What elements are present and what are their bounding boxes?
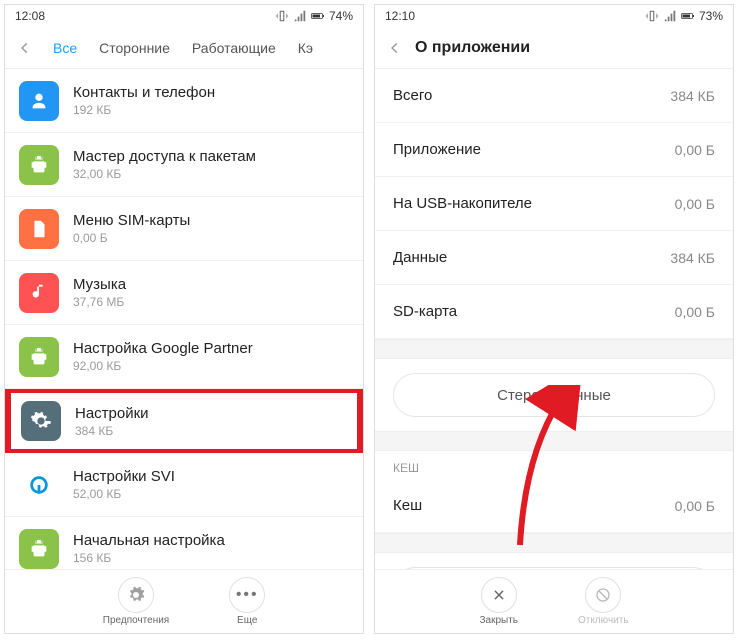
storage-row: Данные 384 КБ: [375, 231, 733, 285]
signal-icon: [663, 9, 677, 23]
gear-icon: [127, 586, 145, 604]
status-time: 12:10: [385, 9, 415, 23]
chevron-left-icon: [18, 41, 32, 55]
back-button[interactable]: [381, 41, 409, 55]
cache-label: Кеш: [393, 497, 422, 514]
app-row[interactable]: Контакты и телефон 192 КБ: [5, 69, 363, 133]
storage-row: Приложение 0,00 Б: [375, 123, 733, 177]
storage-value: 0,00 Б: [675, 196, 715, 212]
app-row[interactable]: Меню SIM-карты 0,00 Б: [5, 197, 363, 261]
detail-list: Всего384 КБПриложение0,00 БНа USB-накопи…: [375, 69, 733, 633]
chevron-left-icon: [388, 41, 402, 55]
vibrate-icon: [645, 9, 659, 23]
vibrate-icon: [275, 9, 289, 23]
storage-row: SD-карта 0,00 Б: [375, 285, 733, 339]
section-gap: [375, 533, 733, 553]
bottom-bar: Закрыть Отключить: [375, 569, 733, 633]
battery-icon: [681, 9, 695, 23]
storage-value: 0,00 Б: [675, 304, 715, 320]
tab-third-party[interactable]: Сторонние: [91, 40, 178, 56]
app-title: Настройки: [75, 405, 149, 422]
section-gap: [375, 431, 733, 451]
close-label: Закрыть: [479, 615, 518, 626]
contact-icon: [19, 81, 59, 121]
more-button[interactable]: ••• Еще: [229, 577, 265, 626]
app-size: 192 КБ: [73, 103, 215, 117]
storage-label: Данные: [393, 249, 447, 266]
app-row[interactable]: Настройки SVI 52,00 КБ: [5, 453, 363, 517]
close-button[interactable]: Закрыть: [479, 577, 518, 626]
status-bar: 12:10 73%: [375, 5, 733, 27]
app-size: 32,00 КБ: [73, 167, 256, 181]
app-title: Начальная настройка: [73, 532, 225, 549]
android-icon: [19, 337, 59, 377]
close-icon: [492, 588, 506, 602]
page-title: О приложении: [415, 39, 530, 57]
app-row[interactable]: Настройки 384 КБ: [5, 389, 363, 453]
header: О приложении: [375, 27, 733, 69]
disable-button[interactable]: Отключить: [578, 577, 629, 626]
status-time: 12:08: [15, 9, 45, 23]
app-title: Мастер доступа к пакетам: [73, 148, 256, 165]
phone-right: 12:10 73% О приложении Всего 384 КБ Прилож…: [374, 4, 734, 634]
android-icon: [19, 145, 59, 185]
app-size: 37,76 МБ: [73, 295, 126, 309]
signal-icon: [293, 9, 307, 23]
battery-icon: [311, 9, 325, 23]
disable-label: Отключить: [578, 615, 629, 626]
app-title: Музыка: [73, 276, 126, 293]
app-size: 92,00 КБ: [73, 359, 253, 373]
music-icon: [19, 273, 59, 313]
prefs-button[interactable]: Предпочтения: [103, 577, 169, 626]
app-row[interactable]: Музыка 37,76 МБ: [5, 261, 363, 325]
storage-label: SD-карта: [393, 303, 457, 320]
app-title: Настройки SVI: [73, 468, 175, 485]
battery-percent: 74%: [329, 9, 353, 23]
status-right: 73%: [645, 9, 723, 23]
app-row[interactable]: Настройка Google Partner 92,00 КБ: [5, 325, 363, 389]
tab-bar: Все Сторонние Работающие Кэ: [5, 27, 363, 69]
storage-value: 0,00 Б: [675, 142, 715, 158]
storage-row: На USB-накопителе 0,00 Б: [375, 177, 733, 231]
storage-label: Приложение: [393, 141, 481, 158]
sim-icon: [19, 209, 59, 249]
app-size: 384 КБ: [75, 424, 149, 438]
section-gap: [375, 339, 733, 359]
dots-icon: •••: [236, 586, 259, 604]
clear-data-button[interactable]: Стереть данные: [393, 373, 715, 417]
tab-running[interactable]: Работающие: [184, 40, 284, 56]
cache-section-title: КЕШ: [375, 451, 733, 479]
battery-percent: 73%: [699, 9, 723, 23]
app-row[interactable]: Мастер доступа к пакетам 32,00 КБ: [5, 133, 363, 197]
more-label: Еще: [237, 615, 257, 626]
phone-left: 12:08 74% Все Сторонние Работающие Кэ Ко…: [4, 4, 364, 634]
app-title: Контакты и телефон: [73, 84, 215, 101]
tab-all[interactable]: Все: [45, 40, 85, 56]
storage-value: 384 КБ: [670, 88, 715, 104]
svi-icon: [19, 465, 59, 505]
status-bar: 12:08 74%: [5, 5, 363, 27]
status-right: 74%: [275, 9, 353, 23]
storage-row: Всего 384 КБ: [375, 69, 733, 123]
disable-icon: [595, 587, 611, 603]
storage-label: Всего: [393, 87, 432, 104]
cache-value: 0,00 Б: [675, 498, 715, 514]
storage-value: 384 КБ: [670, 250, 715, 266]
back-button[interactable]: [11, 41, 39, 55]
gear-icon: [21, 401, 61, 441]
android-icon: [19, 529, 59, 569]
storage-label: На USB-накопителе: [393, 195, 532, 212]
cache-row: Кеш 0,00 Б: [375, 479, 733, 533]
app-size: 0,00 Б: [73, 231, 190, 245]
app-title: Меню SIM-карты: [73, 212, 190, 229]
app-list[interactable]: Контакты и телефон 192 КБ Мастер доступа…: [5, 69, 363, 633]
prefs-label: Предпочтения: [103, 615, 169, 626]
tab-cached[interactable]: Кэ: [290, 40, 321, 56]
bottom-bar: Предпочтения ••• Еще: [5, 569, 363, 633]
app-size: 156 КБ: [73, 551, 225, 565]
app-title: Настройка Google Partner: [73, 340, 253, 357]
app-size: 52,00 КБ: [73, 487, 175, 501]
